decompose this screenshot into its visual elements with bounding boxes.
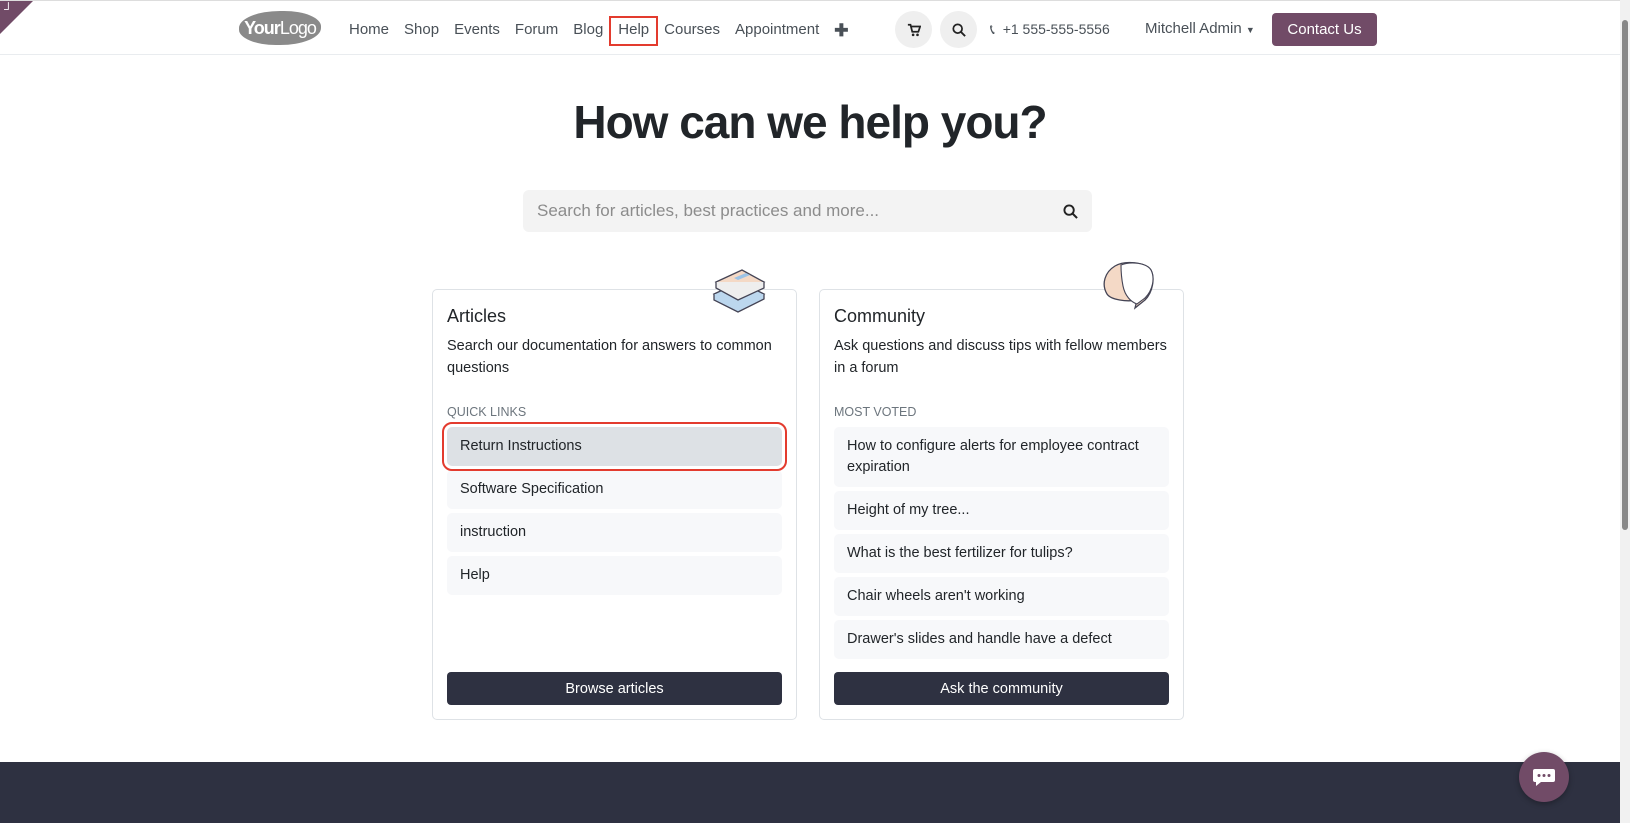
search-icon[interactable] <box>1063 203 1078 219</box>
page-title: How can we help you? <box>573 96 1047 148</box>
nav-help[interactable]: Help <box>609 16 659 46</box>
forum-post-item[interactable]: Drawer's slides and handle have a defect <box>834 620 1169 659</box>
nav-blog[interactable]: Blog <box>573 19 603 43</box>
phone-number: +1 555-555-5556 <box>1002 21 1110 37</box>
community-description: Ask questions and discuss tips with fell… <box>834 338 1167 376</box>
scrollbar-thumb[interactable] <box>1622 20 1628 530</box>
quick-link-item[interactable]: Software Specification <box>447 470 782 509</box>
search-input[interactable] <box>537 201 1063 221</box>
logo[interactable]: Your Logo <box>239 11 321 45</box>
articles-card: Articles Search our documentation for an… <box>432 269 797 720</box>
nav-shop[interactable]: Shop <box>404 19 439 43</box>
user-menu[interactable]: Mitchell Admin ▼ <box>1145 20 1255 37</box>
top-navbar: Your Logo Home Shop Events Forum Blog Hel… <box>0 0 1620 55</box>
add-menu-icon[interactable]: ✚ <box>834 19 848 43</box>
chat-bubble-icon <box>1533 769 1555 786</box>
forum-post-item[interactable]: Chair wheels aren't working <box>834 577 1169 616</box>
user-name: Mitchell Admin <box>1145 20 1242 37</box>
footer <box>0 762 1620 823</box>
search-button[interactable] <box>940 11 977 48</box>
caret-down-icon: ▼ <box>1245 25 1255 35</box>
logo-text: Your <box>244 17 281 38</box>
most-voted-label: MOST VOTED <box>834 405 917 419</box>
quick-link-item[interactable]: instruction <box>447 513 782 552</box>
live-chat-button[interactable] <box>1519 752 1569 802</box>
forum-post-item[interactable]: What is the best fertilizer for tulips? <box>834 534 1169 573</box>
browse-articles-button[interactable]: Browse articles <box>447 672 782 705</box>
phone-icon: 📞︎ <box>990 21 995 37</box>
nav-appointment[interactable]: Appointment <box>735 19 819 43</box>
cart-button[interactable] <box>895 11 932 48</box>
forum-post-item[interactable]: How to configure alerts for employee con… <box>834 427 1169 487</box>
contact-us-button[interactable]: Contact Us <box>1272 13 1377 46</box>
quick-link-item[interactable]: Return Instructions <box>442 422 787 471</box>
forum-post-item[interactable]: Height of my tree... <box>834 491 1169 530</box>
nav-forum[interactable]: Forum <box>515 19 558 43</box>
books-illustration-icon <box>712 269 766 313</box>
community-card: Community Ask questions and discuss tips… <box>819 261 1184 720</box>
scrollbar[interactable] <box>1620 0 1630 823</box>
nav-courses[interactable]: Courses <box>664 19 720 43</box>
articles-description: Search our documentation for answers to … <box>447 338 772 376</box>
main-menu: Home Shop Events Forum Blog Help Courses… <box>349 16 864 46</box>
cart-icon <box>907 23 921 36</box>
quick-link-item[interactable]: Help <box>447 556 782 595</box>
help-search-bar <box>523 190 1092 232</box>
search-icon <box>951 22 966 37</box>
nav-events[interactable]: Events <box>454 19 500 43</box>
speech-bubble-illustration-icon <box>1103 261 1154 310</box>
phone-link[interactable]: 📞︎ +1 555-555-5556 <box>990 21 1110 38</box>
nav-home[interactable]: Home <box>349 19 389 43</box>
logo-text-light: Logo <box>279 17 317 38</box>
quick-links-label: QUICK LINKS <box>447 405 527 419</box>
ask-community-button[interactable]: Ask the community <box>834 672 1169 705</box>
